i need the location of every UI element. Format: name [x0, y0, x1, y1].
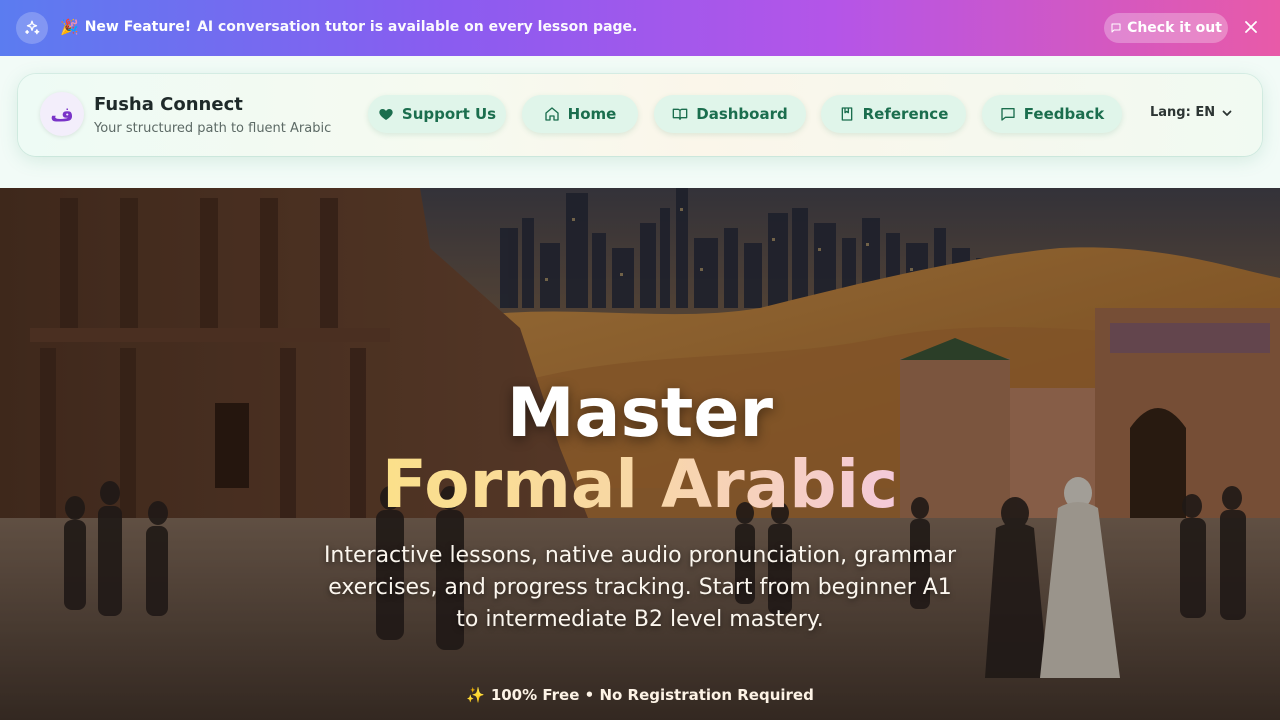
brand-logo[interactable]: ف	[40, 92, 84, 136]
chat-bubble-icon	[1111, 23, 1121, 33]
language-selector[interactable]: Lang: EN	[1150, 105, 1233, 120]
hero-section: Master Formal Arabic Interactive lessons…	[0, 188, 1280, 720]
message-square-icon	[1001, 108, 1015, 121]
hero-badge-text: 100% Free • No Registration Required	[490, 686, 814, 704]
check-it-out-label: Check it out	[1127, 20, 1222, 36]
nav-reference-label: Reference	[862, 105, 949, 123]
heart-icon	[379, 109, 393, 120]
nav-dashboard[interactable]: Dashboard	[654, 95, 806, 133]
close-icon[interactable]	[1240, 16, 1262, 38]
nav-support-label: Support Us	[401, 105, 497, 123]
party-popper-icon: 🎉	[60, 18, 79, 36]
home-icon	[544, 107, 559, 121]
nav-home-label: Home	[567, 105, 617, 123]
announcement-text: 🎉 New Feature! AI conversation tutor is …	[60, 18, 637, 36]
hero-title-line1: Master	[506, 374, 774, 453]
bookmark-book-icon	[841, 107, 852, 121]
sparkles-emoji-icon: ✨	[466, 686, 485, 704]
nav-feedback[interactable]: Feedback	[982, 95, 1122, 133]
nav-feedback-label: Feedback	[1023, 105, 1105, 123]
announcement-highlight: New Feature!	[84, 19, 192, 35]
nav-reference[interactable]: Reference	[821, 95, 966, 133]
book-open-icon	[672, 108, 688, 120]
check-it-out-button[interactable]: Check it out	[1104, 13, 1228, 43]
nav-support-us[interactable]: Support Us	[368, 95, 506, 133]
language-label: Lang: EN	[1150, 105, 1216, 120]
announcement-message: AI conversation tutor is available on ev…	[197, 19, 638, 35]
nav-dashboard-label: Dashboard	[696, 105, 788, 123]
hero-subtitle: Interactive lessons, native audio pronun…	[323, 543, 957, 632]
brand-title[interactable]: Fusha Connect	[94, 94, 243, 115]
nav-home[interactable]: Home	[522, 95, 638, 133]
sparkle-icon[interactable]	[16, 12, 48, 44]
announcement-bar: 🎉 New Feature! AI conversation tutor is …	[0, 0, 1280, 56]
hero-title-gradient-text: Formal Arabic	[381, 446, 899, 523]
brand-subtitle: Your structured path to fluent Arabic	[94, 121, 332, 136]
hero-title-line2: Formal Arabic	[0, 446, 1280, 523]
hero-badge: ✨ 100% Free • No Registration Required	[0, 686, 1280, 704]
chevron-down-icon	[1222, 110, 1232, 116]
